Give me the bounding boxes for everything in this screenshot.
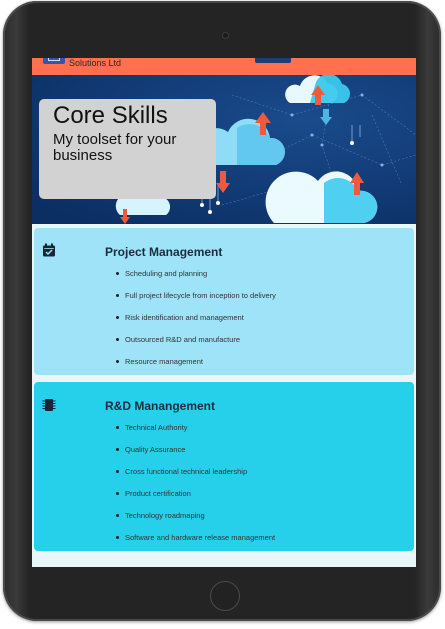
header-bar: Solutions Ltd (32, 58, 416, 75)
card-title: R&D Manangement (105, 399, 216, 413)
list-item: Product certification (114, 489, 275, 511)
list-item: Full project lifecycle from inception to… (114, 291, 276, 313)
list-item: Technical Authority (114, 423, 275, 445)
skill-card-project-management: Project Management Scheduling and planni… (34, 228, 414, 375)
list-item: Software and hardware release management (114, 533, 275, 555)
page-title: Core Skills (53, 102, 168, 129)
microchip-icon (42, 399, 56, 411)
home-button[interactable] (210, 581, 240, 611)
list-item: Technology roadmaping (114, 511, 275, 533)
skill-list: Scheduling and planning Full project lif… (114, 269, 276, 379)
list-item: Risk identification and management (114, 313, 276, 335)
list-item: Resource management (114, 357, 276, 379)
nav-button[interactable] (255, 58, 291, 63)
list-item: Cross functional technical leadership (114, 467, 275, 489)
calendar-check-icon (43, 243, 55, 257)
page-subtitle: My toolset for your business (53, 131, 177, 164)
list-item: Quality Assurance (114, 445, 275, 467)
list-item: Scheduling and planning (114, 269, 276, 291)
tablet-frame: Solutions Ltd Core Skills My toolset for… (3, 1, 441, 621)
skill-list: Technical Authority Quality Assurance Cr… (114, 423, 275, 555)
camera-icon (222, 32, 229, 39)
next-section-edge (32, 558, 416, 567)
hero-banner: Core Skills My toolset for your business (32, 75, 416, 224)
list-item: Outsourced R&D and manufacture (114, 335, 276, 357)
brand-text[interactable]: Solutions Ltd (69, 58, 121, 68)
company-logo[interactable] (43, 58, 65, 64)
screen: Solutions Ltd Core Skills My toolset for… (32, 58, 416, 567)
hero-card: Core Skills My toolset for your business (39, 99, 216, 199)
card-title: Project Management (105, 245, 223, 259)
skill-card-rd-management: R&D Manangement Technical Authority Qual… (34, 382, 414, 551)
